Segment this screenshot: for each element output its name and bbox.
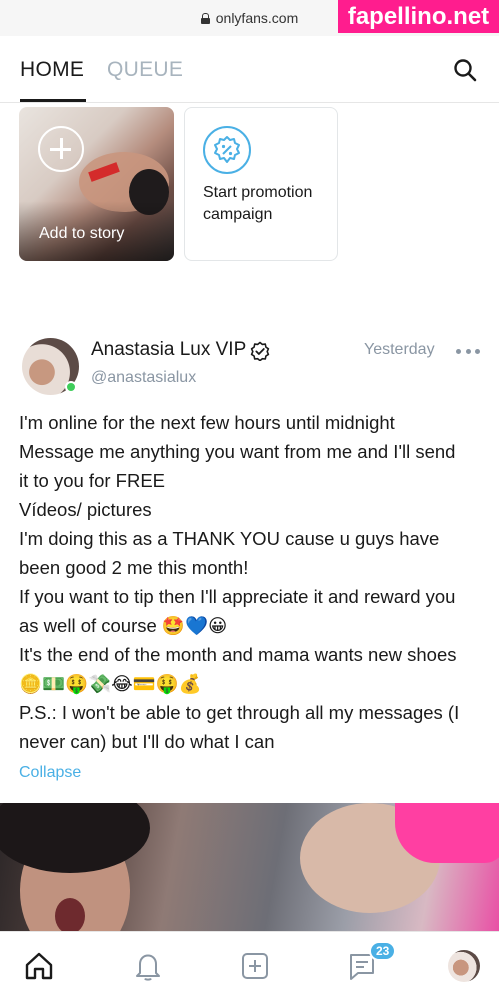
more-options-icon[interactable] xyxy=(456,349,480,355)
lock-icon xyxy=(200,12,210,24)
url-text: onlyfans.com xyxy=(215,10,299,26)
collapse-link[interactable]: Collapse xyxy=(19,764,81,782)
online-status-dot xyxy=(65,381,77,393)
add-to-story-card[interactable]: Add to story xyxy=(19,107,174,261)
bottom-nav xyxy=(0,931,499,1000)
post-timestamp: Yesterday xyxy=(364,341,435,358)
post-line: 🪙💵🤑💸😂💳🤑💰 xyxy=(19,673,202,694)
active-tab-indicator xyxy=(20,99,86,102)
post-media-image[interactable] xyxy=(0,803,499,933)
watermark: fapellino.net xyxy=(338,0,499,33)
post-line: it to you for FREE xyxy=(19,470,165,491)
post-text: I'm online for the next few hours until … xyxy=(19,408,484,756)
post-line: If you want to tip then I'll appreciate … xyxy=(19,586,456,607)
post-line: It's the end of the month and mama wants… xyxy=(19,644,457,665)
post-line: never can) but I'll do what I can xyxy=(19,731,275,752)
post-line: been good 2 me this month! xyxy=(19,557,249,578)
start-promotion-label: Start promotion campaign xyxy=(203,184,313,223)
bell-icon[interactable] xyxy=(131,949,165,983)
tab-queue[interactable]: QUEUE xyxy=(107,58,183,82)
post-line: P.S.: I won't be able to get through all… xyxy=(19,702,460,723)
post-line: Vídeos/ pictures xyxy=(19,499,152,520)
author-handle[interactable]: @anastasialux xyxy=(91,369,196,387)
percent-badge-icon xyxy=(203,126,251,174)
search-icon[interactable] xyxy=(453,58,477,82)
post-line: I'm online for the next few hours until … xyxy=(19,412,395,433)
post-line: I'm doing this as a THANK YOU cause u gu… xyxy=(19,528,440,549)
profile-avatar[interactable] xyxy=(448,950,480,982)
home-icon[interactable] xyxy=(22,949,56,983)
post-line: Message me anything you want from me and… xyxy=(19,441,456,462)
start-promotion-card[interactable]: Start promotion campaign xyxy=(184,107,338,261)
add-story-plus-icon[interactable] xyxy=(38,126,84,172)
verified-icon xyxy=(250,341,270,361)
plus-square-icon[interactable] xyxy=(238,949,272,983)
message-count-badge: 23 xyxy=(369,941,397,961)
top-nav: HOME QUEUE xyxy=(0,36,499,103)
post-line: as well of course 🤩💙😀 xyxy=(19,615,228,636)
author-name[interactable]: Anastasia Lux VIP xyxy=(91,339,246,361)
tab-home[interactable]: HOME xyxy=(20,58,84,82)
add-to-story-label: Add to story xyxy=(39,225,125,242)
